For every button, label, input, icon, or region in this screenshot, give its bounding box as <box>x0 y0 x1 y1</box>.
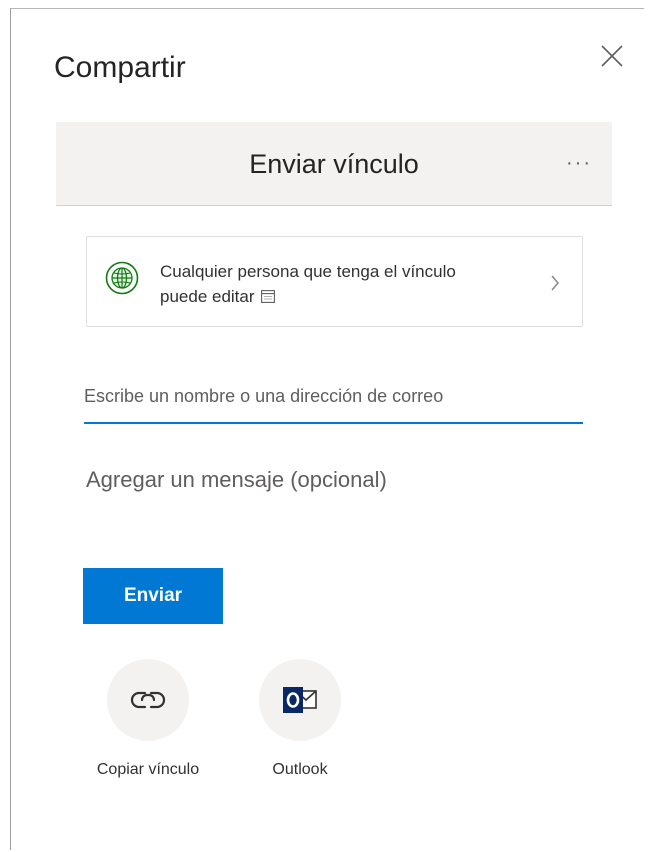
link-permission-line2: puede editar <box>160 287 255 306</box>
close-icon <box>601 45 623 67</box>
outlook-label: Outlook <box>272 761 328 778</box>
message-input[interactable] <box>86 458 583 502</box>
send-link-header: Enviar vínculo ··· <box>56 122 612 206</box>
outlook-icon <box>283 687 317 713</box>
globe-icon <box>105 261 139 295</box>
link-permission-line1: Cualquier persona que tenga el vínculo <box>160 262 456 281</box>
link-icon <box>130 691 166 709</box>
copy-link-label: Copiar vínculo <box>96 761 200 778</box>
copy-link-circle <box>107 659 189 741</box>
dialog-title: Compartir <box>54 51 186 84</box>
close-button[interactable] <box>596 40 628 72</box>
link-settings-button[interactable]: Cualquier persona que tenga el vínculo p… <box>86 236 583 327</box>
outlook-option[interactable]: Outlook <box>225 659 375 789</box>
outlook-circle <box>259 659 341 741</box>
calendar-icon <box>260 285 275 310</box>
more-options-button[interactable]: ··· <box>566 148 592 178</box>
link-permission-text: Cualquier persona que tenga el vínculo p… <box>160 259 540 310</box>
recipient-input[interactable] <box>84 370 583 424</box>
header-title: Enviar vínculo <box>249 149 419 179</box>
chevron-right-icon <box>550 275 560 296</box>
copy-link-option[interactable]: Copiar vínculo <box>73 659 223 789</box>
send-button[interactable]: Enviar <box>83 568 223 624</box>
